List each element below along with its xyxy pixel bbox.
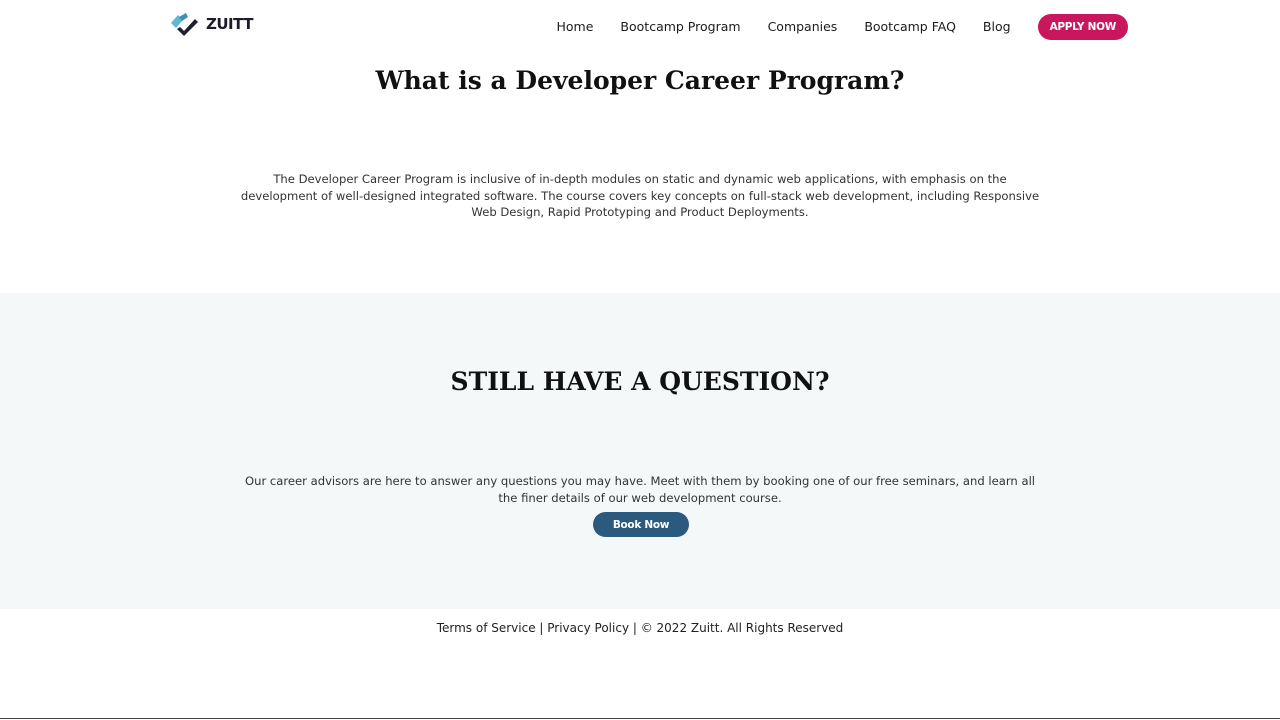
- privacy-policy-link[interactable]: Privacy Policy: [547, 621, 629, 635]
- logo-text: ZUITT: [206, 15, 253, 33]
- footer: Terms of Service | Privacy Policy | © 20…: [0, 609, 1280, 719]
- section-heading: STILL HAVE A QUESTION?: [450, 367, 830, 396]
- section-description: Our career advisors are here to answer a…: [244, 474, 1036, 505]
- logo-link[interactable]: ZUITT: [168, 11, 253, 37]
- section-heading: What is a Developer Career Program?: [375, 66, 905, 95]
- zuitt-logo-icon: [168, 11, 202, 37]
- book-now-button[interactable]: Book Now: [593, 512, 689, 537]
- terms-of-service-link[interactable]: Terms of Service: [437, 621, 536, 635]
- footer-separator: |: [535, 621, 548, 635]
- footer-links: Terms of Service | Privacy Policy | © 20…: [0, 621, 1280, 635]
- section-description: The Developer Career Program is inclusiv…: [240, 172, 1040, 219]
- footer-separator: |: [629, 621, 641, 635]
- nav-link-bootcamp-faq[interactable]: Bootcamp FAQ: [864, 14, 956, 40]
- developer-career-program-section: What is a Developer Career Program? The …: [0, 54, 1280, 293]
- page: ZUITT Home Bootcamp Program Companies Bo…: [0, 0, 1280, 720]
- nav-link-bootcamp-program[interactable]: Bootcamp Program: [620, 14, 740, 40]
- bottom-divider: [0, 718, 1280, 719]
- nav-link-companies[interactable]: Companies: [768, 14, 838, 40]
- apply-now-button[interactable]: APPLY NOW: [1037, 14, 1128, 40]
- main-nav: Home Bootcamp Program Companies Bootcamp…: [530, 14, 1128, 40]
- nav-link-home[interactable]: Home: [557, 14, 594, 40]
- nav-link-blog[interactable]: Blog: [983, 14, 1011, 40]
- copyright-text: © 2022 Zuitt. All Rights Reserved: [640, 621, 844, 635]
- navbar: ZUITT Home Bootcamp Program Companies Bo…: [0, 0, 1280, 54]
- still-have-a-question-section: STILL HAVE A QUESTION? Our career adviso…: [0, 293, 1280, 609]
